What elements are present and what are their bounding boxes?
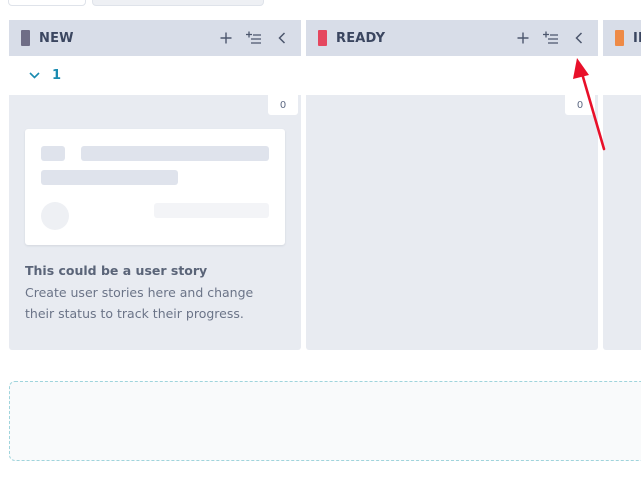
- placeholder-avatar: [41, 202, 69, 230]
- chevron-down-icon[interactable]: [27, 68, 41, 82]
- story-count-badge: 0: [565, 95, 595, 115]
- status-color-swatch: [21, 30, 30, 46]
- chevron-left-icon[interactable]: [570, 29, 588, 47]
- top-tab[interactable]: [92, 0, 264, 6]
- plus-icon[interactable]: [514, 29, 532, 47]
- placeholder-bar: [41, 170, 178, 185]
- kanban-board: NEW READY I 1 0 This could be a user sto…: [0, 0, 641, 480]
- placeholder-bar: [41, 146, 65, 161]
- column-header-in-progress: IN: [603, 20, 641, 56]
- top-tab[interactable]: [8, 0, 86, 6]
- add-swimlane-drop-area[interactable]: [9, 381, 641, 461]
- column-actions: [514, 29, 588, 47]
- column-body-new: 0 This could be a user story Create user…: [9, 95, 301, 350]
- bulk-add-icon[interactable]: [245, 29, 263, 47]
- column-header-new: NEW: [9, 20, 301, 56]
- column-header-ready: READY: [306, 20, 598, 56]
- swimlane-header: 1: [9, 56, 641, 94]
- empty-state-description: Create user stories here and change thei…: [25, 285, 254, 321]
- story-count-badge: 0: [268, 95, 298, 115]
- bulk-add-icon[interactable]: [542, 29, 560, 47]
- status-color-swatch: [615, 30, 624, 46]
- empty-state-title: This could be a user story: [25, 263, 208, 278]
- chevron-left-icon[interactable]: [273, 29, 291, 47]
- column-body-in-progress: [603, 95, 641, 350]
- swimlane-count: 1: [52, 67, 62, 83]
- placeholder-bar: [154, 203, 269, 218]
- column-body-ready: 0: [306, 95, 598, 350]
- placeholder-card: [25, 129, 285, 245]
- column-title: READY: [336, 30, 386, 46]
- column-title: NEW: [39, 30, 74, 46]
- column-actions: [217, 29, 291, 47]
- placeholder-bar: [81, 146, 269, 161]
- plus-icon[interactable]: [217, 29, 235, 47]
- column-title: IN: [633, 30, 641, 46]
- status-color-swatch: [318, 30, 327, 46]
